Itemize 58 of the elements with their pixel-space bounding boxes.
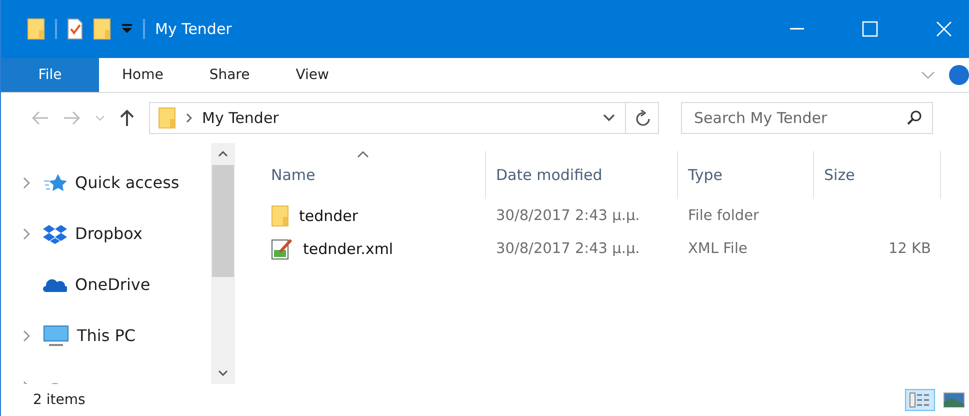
search-box[interactable]: Search My Tender [681, 102, 933, 134]
nav-label: Quick access [75, 173, 180, 192]
search-icon [906, 110, 922, 126]
item-count: 2 items [33, 392, 86, 408]
nav-label: Dropbox [75, 224, 142, 243]
file-name: tednder.xml [303, 240, 394, 258]
new-folder-icon [93, 18, 111, 40]
refresh-icon[interactable] [636, 110, 650, 126]
column-header[interactable]: Size [814, 151, 941, 199]
file-row[interactable]: tednder 30/8/2017 2:43 μ.μ. File folder [261, 199, 969, 232]
customize-dropdown-icon[interactable] [121, 24, 133, 34]
date-text: 30/8/2017 2:43 μ.μ. [496, 208, 640, 224]
ribbon-tab[interactable]: Share [186, 58, 273, 92]
scroll-down-icon[interactable] [218, 370, 228, 376]
scroll-up-icon[interactable] [218, 151, 228, 157]
nav-item[interactable]: This PC [1, 310, 211, 361]
sort-ascending-icon [357, 151, 369, 158]
folder-icon [158, 107, 176, 129]
expand-chevron-icon[interactable] [23, 330, 30, 342]
address-bar[interactable]: My Tender [149, 102, 659, 134]
close-icon[interactable] [936, 21, 952, 37]
cloud-icon [43, 276, 67, 292]
file-row[interactable]: tednder.xml 30/8/2017 2:43 μ.μ. XML File 12 KB [261, 232, 969, 265]
nav-label: OneDrive [75, 275, 150, 294]
expand-chevron-icon[interactable] [23, 176, 30, 188]
breadcrumb-chevron-icon[interactable] [186, 113, 192, 123]
size-text: 12 KB [888, 240, 931, 256]
nav-label: This PC [77, 326, 136, 345]
help-icon[interactable] [949, 65, 969, 85]
properties-icon[interactable] [67, 18, 83, 40]
date-text: 30/8/2017 2:43 μ.μ. [496, 240, 640, 256]
details-view-button[interactable] [905, 389, 935, 411]
maximize-icon[interactable] [862, 21, 878, 37]
column-header[interactable]: Type [678, 151, 814, 199]
ribbon-tab[interactable]: Home [99, 58, 186, 92]
star-icon [43, 172, 67, 192]
ribbon-tab[interactable]: View [272, 58, 352, 92]
chevron-down-icon[interactable] [603, 114, 615, 122]
document-pencil-icon [271, 238, 293, 260]
column-header[interactable]: Name [261, 151, 486, 199]
type-text: XML File [688, 240, 748, 256]
window-title: My Tender [155, 20, 232, 38]
monitor-icon [43, 324, 69, 346]
type-text: File folder [688, 208, 759, 224]
column-header[interactable]: Date modified [486, 151, 678, 199]
breadcrumb[interactable]: My Tender [202, 109, 279, 127]
minimize-icon[interactable] [790, 28, 804, 30]
nav-item[interactable]: Dropbox [1, 208, 211, 259]
expand-chevron-icon[interactable] [23, 228, 30, 240]
up-arrow-icon[interactable] [119, 109, 135, 127]
folder-icon [271, 204, 289, 226]
nav-item[interactable]: Quick access [1, 157, 211, 208]
folder-icon [27, 18, 45, 40]
nav-item[interactable]: OneDrive [1, 259, 211, 310]
file-name: tednder [299, 206, 358, 224]
scrollbar-thumb[interactable] [212, 165, 234, 277]
file-tab[interactable]: File [1, 58, 99, 92]
box-icon [43, 224, 67, 244]
